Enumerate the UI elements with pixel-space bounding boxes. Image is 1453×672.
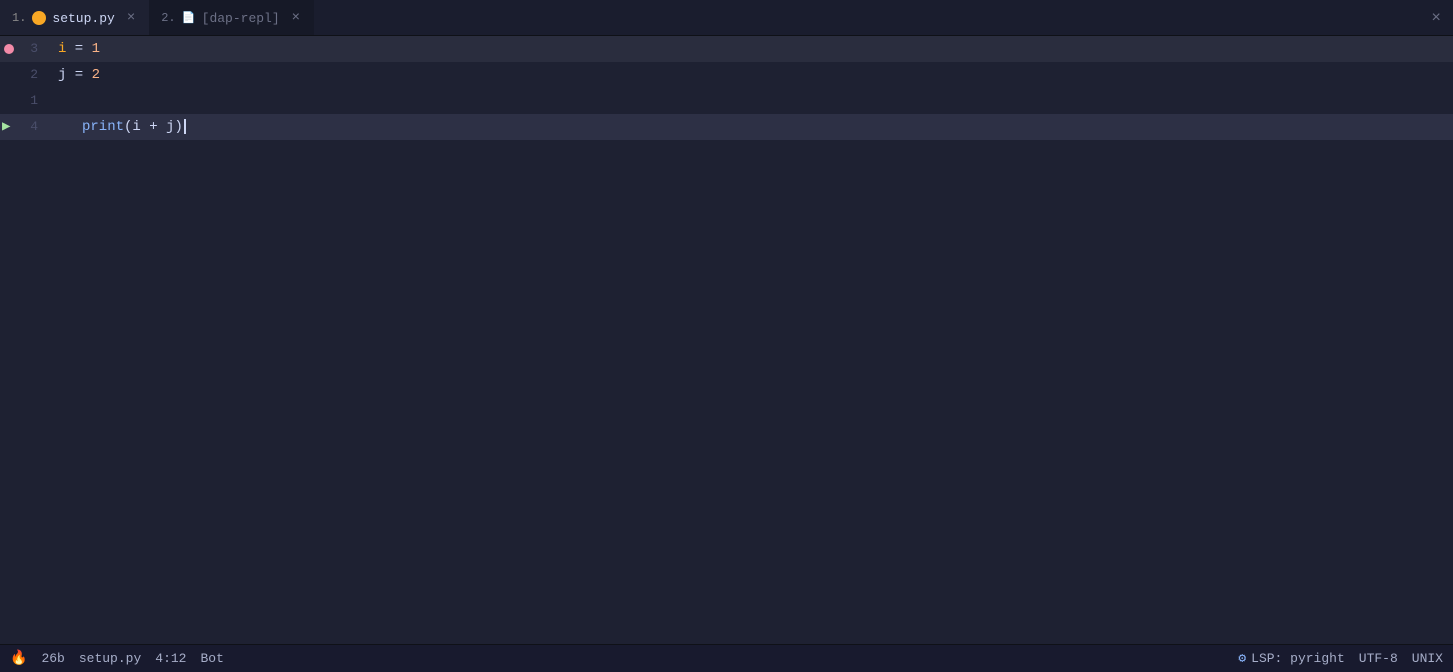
gutter-3: 3 (0, 36, 50, 62)
status-left-section: 🔥 26b setup.py 4:12 Bot (10, 650, 224, 667)
code-content-2: j = 2 (50, 62, 100, 88)
gutter-4: ▶ 4 (0, 114, 50, 140)
tab-setup-py[interactable]: 1. setup.py × (0, 0, 149, 35)
status-mode: Bot (200, 651, 223, 666)
flame-icon: 🔥 (10, 650, 27, 667)
status-filename: setup.py (79, 651, 141, 666)
editor-area[interactable]: 3 i = 1 2 j = 2 1 ▶ 4 print(i + j) (0, 36, 1453, 644)
status-right-section: ⚙ LSP: pyright UTF-8 UNIX (1238, 651, 1443, 666)
code-line-1: 1 (0, 88, 1453, 114)
cursor-position: 4:12 (155, 651, 186, 666)
gutter-2: 2 (0, 62, 50, 88)
debug-arrow-icon: ▶ (2, 120, 10, 134)
tab-close-2[interactable]: × (290, 9, 302, 27)
line-number-2: 2 (18, 62, 38, 88)
line-number-1: 1 (18, 88, 38, 114)
tab-bar: 1. setup.py × 2. [dap-repl] × × (0, 0, 1453, 36)
file-icon (182, 11, 196, 25)
window-close-button[interactable]: × (1427, 5, 1445, 31)
python-icon (32, 11, 46, 25)
tab-label-1: setup.py (52, 11, 114, 26)
gutter-1: 1 (0, 88, 50, 114)
status-bar: 🔥 26b setup.py 4:12 Bot ⚙ LSP: pyright U… (0, 644, 1453, 672)
encoding-label: UTF-8 (1359, 651, 1398, 666)
line-number-4: 4 (18, 114, 38, 140)
gear-icon: ⚙ (1238, 651, 1246, 666)
code-line-4: ▶ 4 print(i + j) (0, 114, 1453, 140)
lsp-label: LSP: pyright (1251, 651, 1345, 666)
file-size: 26b (41, 651, 64, 666)
breakpoint-dot-3 (4, 44, 14, 54)
code-content-3: i = 1 (50, 36, 100, 62)
line-ending-label: UNIX (1412, 651, 1443, 666)
code-line-2: 2 j = 2 (0, 62, 1453, 88)
tab-close-1[interactable]: × (125, 9, 137, 27)
tab-label-2: [dap-repl] (202, 11, 280, 26)
lsp-status: ⚙ LSP: pyright (1238, 651, 1344, 666)
code-line-3: 3 i = 1 (0, 36, 1453, 62)
line-number-3: 3 (18, 36, 38, 62)
tab-dap-repl[interactable]: 2. [dap-repl] × (149, 0, 314, 35)
code-content-4: print(i + j) (50, 114, 186, 140)
tab-number-2: 2. (161, 11, 175, 25)
tab-number-1: 1. (12, 11, 26, 25)
